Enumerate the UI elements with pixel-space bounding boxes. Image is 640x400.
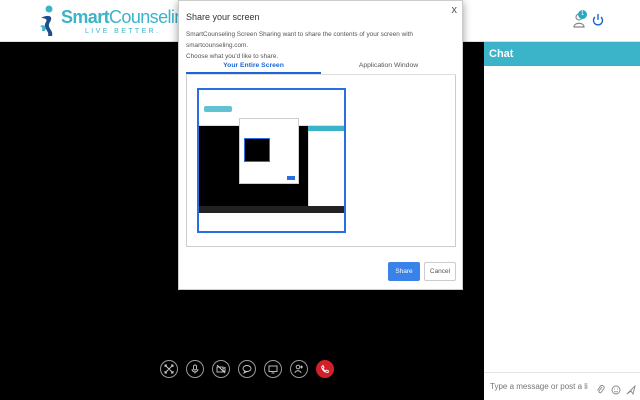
screen-thumbnail[interactable] (197, 88, 346, 233)
microphone-icon[interactable] (186, 360, 204, 378)
video-off-icon[interactable] (212, 360, 230, 378)
thumb-logo (204, 106, 232, 112)
tab-application-window[interactable]: Application Window (321, 59, 456, 74)
tab-entire-screen[interactable]: Your Entire Screen (186, 59, 321, 74)
add-person-icon[interactable] (290, 360, 308, 378)
brand-tagline: LIVE BETTER. (85, 27, 161, 35)
chat-title: Chat (484, 42, 640, 66)
chat-input-row (484, 372, 640, 400)
send-icon[interactable] (626, 382, 636, 395)
fullscreen-icon[interactable] (160, 360, 178, 378)
logo: SmartCounseling LIVE BETTER. (38, 4, 194, 38)
call-controls (160, 360, 334, 378)
cancel-button[interactable]: Cancel (424, 262, 456, 281)
brand-first: Smart (61, 6, 110, 27)
dialog-description: SmartCounseling Screen Sharing want to s… (186, 29, 456, 62)
share-tabs: Your Entire Screen Application Window (186, 59, 456, 75)
dialog-title: Share your screen (186, 12, 260, 22)
end-call-icon[interactable] (316, 360, 334, 378)
share-screen-dialog: Share your screen x SmartCounseling Scre… (178, 0, 463, 290)
power-icon[interactable] (591, 12, 605, 28)
chat-bubble-icon[interactable] (238, 360, 256, 378)
chat-panel: Chat (484, 42, 640, 400)
screen-share-icon[interactable] (264, 360, 282, 378)
preview-area (186, 75, 456, 247)
close-icon[interactable]: x (452, 4, 458, 16)
notification-badge: 1 (578, 10, 587, 19)
share-button[interactable]: Share (388, 262, 420, 281)
chat-message-input[interactable] (490, 382, 588, 391)
thumb-chat-panel (308, 126, 344, 206)
logo-figure-icon (38, 4, 58, 38)
thumb-share-button (287, 176, 295, 180)
thumb-chat-header (308, 126, 344, 131)
emoji-icon[interactable] (611, 382, 621, 394)
thumb-dialog-preview (244, 138, 270, 162)
attachment-icon[interactable] (596, 382, 606, 393)
thumb-taskbar (199, 206, 344, 213)
dialog-description-line1: SmartCounseling Screen Sharing want to s… (186, 31, 413, 49)
